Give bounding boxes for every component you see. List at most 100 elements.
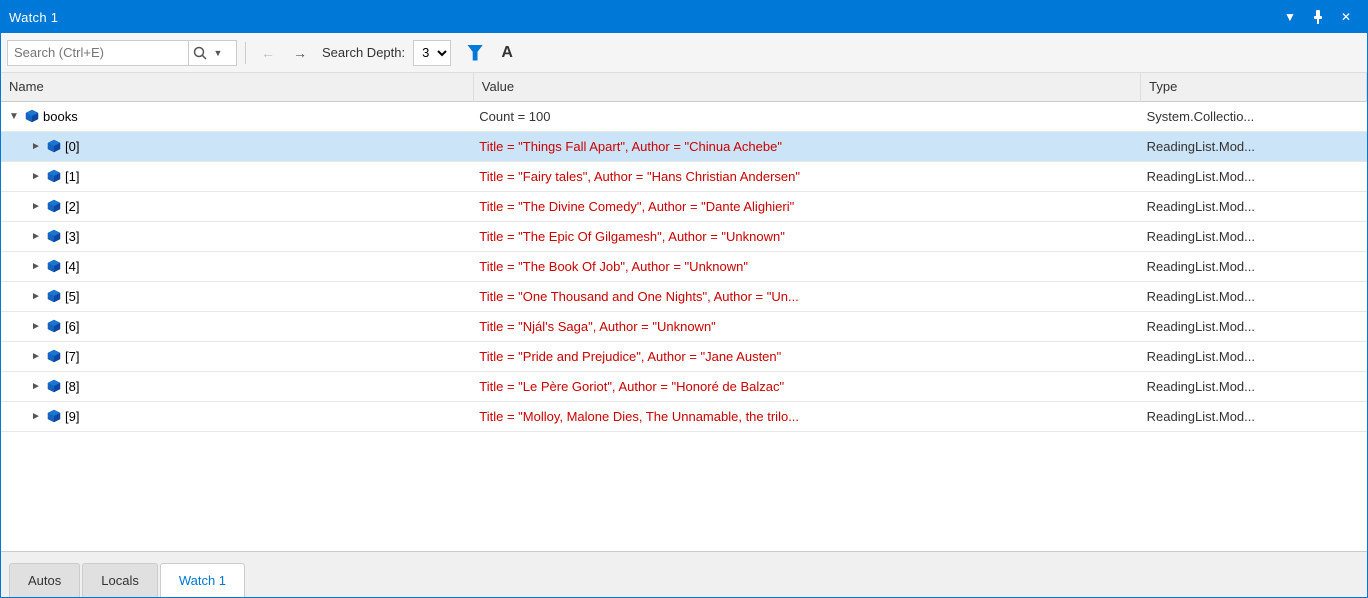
search-input[interactable] (8, 43, 188, 62)
pin-button[interactable] (1305, 6, 1331, 28)
cell-name: ► [0] (1, 131, 473, 161)
cube-icon (47, 199, 61, 213)
search-depth-select[interactable]: 1 2 3 4 5 (413, 40, 451, 66)
cube-icon (25, 109, 39, 123)
title-bar-title: Watch 1 (9, 10, 1277, 25)
table-row[interactable]: ► [9]Title = "Molloy, Malone Dies, The U… (1, 401, 1367, 431)
cell-type: ReadingList.Mod... (1141, 371, 1367, 401)
row-name: [4] (65, 259, 79, 274)
cell-value: Title = "The Epic Of Gilgamesh", Author … (473, 221, 1140, 251)
tab-locals[interactable]: Locals (82, 563, 158, 597)
row-name: [8] (65, 379, 79, 394)
cell-name: ► [8] (1, 371, 473, 401)
watch-window: Watch 1 ▼ ✕ ▼ (0, 0, 1368, 598)
expand-arrow[interactable]: ► (29, 379, 43, 393)
row-name: [6] (65, 319, 79, 334)
bottom-tabs: Autos Locals Watch 1 (1, 551, 1367, 597)
cube-icon (47, 229, 61, 243)
filter-button[interactable] (461, 40, 489, 66)
row-name: [7] (65, 349, 79, 364)
cell-type: ReadingList.Mod... (1141, 401, 1367, 431)
header-name: Name (1, 73, 473, 101)
search-dropdown-btn[interactable]: ▼ (210, 41, 226, 65)
cell-value: Title = "One Thousand and One Nights", A… (473, 281, 1140, 311)
cell-type: ReadingList.Mod... (1141, 311, 1367, 341)
cell-type: ReadingList.Mod... (1141, 131, 1367, 161)
expand-arrow[interactable]: ► (29, 169, 43, 183)
title-bar-controls: ▼ ✕ (1277, 6, 1359, 28)
cell-type: ReadingList.Mod... (1141, 191, 1367, 221)
row-name: [1] (65, 169, 79, 184)
table-row[interactable]: ► [3]Title = "The Epic Of Gilgamesh", Au… (1, 221, 1367, 251)
cell-value: Title = "Fairy tales", Author = "Hans Ch… (473, 161, 1140, 191)
table-body: ▼ booksCount = 100System.Collectio...► [… (1, 101, 1367, 431)
table-container[interactable]: Name Value Type ▼ booksCount = 100System… (1, 73, 1367, 551)
row-name: [0] (65, 139, 79, 154)
expand-arrow[interactable]: ► (29, 349, 43, 363)
cell-value: Title = "Molloy, Malone Dies, The Unnama… (473, 401, 1140, 431)
table-row[interactable]: ▼ booksCount = 100System.Collectio... (1, 101, 1367, 131)
cube-icon (47, 409, 61, 423)
cube-icon (47, 139, 61, 153)
expand-arrow[interactable]: ▼ (7, 109, 21, 123)
dropdown-button[interactable]: ▼ (1277, 6, 1303, 28)
cell-value: Title = "Le Père Goriot", Author = "Hono… (473, 371, 1140, 401)
cell-value: Title = "Pride and Prejudice", Author = … (473, 341, 1140, 371)
table-row[interactable]: ► [5]Title = "One Thousand and One Night… (1, 281, 1367, 311)
row-name: books (43, 109, 78, 124)
row-name: [3] (65, 229, 79, 244)
cube-icon (47, 319, 61, 333)
table-row[interactable]: ► [2]Title = "The Divine Comedy", Author… (1, 191, 1367, 221)
expand-arrow[interactable]: ► (29, 229, 43, 243)
expand-arrow[interactable]: ► (29, 319, 43, 333)
header-value: Value (473, 73, 1140, 101)
expand-arrow[interactable]: ► (29, 409, 43, 423)
cube-icon (47, 379, 61, 393)
expand-arrow[interactable]: ► (29, 199, 43, 213)
row-name: [9] (65, 409, 79, 424)
table-row[interactable]: ► [6]Title = "Njál's Saga", Author = "Un… (1, 311, 1367, 341)
data-table: Name Value Type ▼ booksCount = 100System… (1, 73, 1367, 432)
table-row[interactable]: ► [4]Title = "The Book Of Job", Author =… (1, 251, 1367, 281)
table-row[interactable]: ► [0]Title = "Things Fall Apart", Author… (1, 131, 1367, 161)
table-header-row: Name Value Type (1, 73, 1367, 101)
search-icon (193, 46, 207, 60)
close-button[interactable]: ✕ (1333, 6, 1359, 28)
cell-value: Title = "Things Fall Apart", Author = "C… (473, 131, 1140, 161)
pin-icon (1311, 10, 1325, 24)
cell-value: Count = 100 (473, 101, 1140, 131)
search-icon-btn[interactable] (188, 41, 210, 65)
expand-arrow[interactable]: ► (29, 139, 43, 153)
search-box[interactable]: ▼ (7, 40, 237, 66)
forward-button[interactable]: → (286, 40, 314, 66)
back-button[interactable]: ← (254, 40, 282, 66)
table-row[interactable]: ► [8]Title = "Le Père Goriot", Author = … (1, 371, 1367, 401)
row-name: [2] (65, 199, 79, 214)
toolbar: ▼ ← → Search Depth: 1 2 3 4 5 A (1, 33, 1367, 73)
cell-name: ▼ books (1, 101, 473, 131)
cell-type: ReadingList.Mod... (1141, 251, 1367, 281)
cell-name: ► [2] (1, 191, 473, 221)
cell-name: ► [6] (1, 311, 473, 341)
tab-autos[interactable]: Autos (9, 563, 80, 597)
tab-watch1[interactable]: Watch 1 (160, 563, 245, 597)
cell-name: ► [9] (1, 401, 473, 431)
expand-arrow[interactable]: ► (29, 259, 43, 273)
cell-name: ► [4] (1, 251, 473, 281)
cell-type: ReadingList.Mod... (1141, 341, 1367, 371)
expand-arrow[interactable]: ► (29, 289, 43, 303)
cell-value: Title = "The Book Of Job", Author = "Unk… (473, 251, 1140, 281)
cell-name: ► [1] (1, 161, 473, 191)
cell-value: Title = "Njál's Saga", Author = "Unknown… (473, 311, 1140, 341)
cell-name: ► [3] (1, 221, 473, 251)
font-button[interactable]: A (493, 40, 521, 66)
row-name: [5] (65, 289, 79, 304)
title-bar: Watch 1 ▼ ✕ (1, 1, 1367, 33)
cell-type: ReadingList.Mod... (1141, 161, 1367, 191)
table-row[interactable]: ► [1]Title = "Fairy tales", Author = "Ha… (1, 161, 1367, 191)
table-row[interactable]: ► [7] Title = "Pride and Prejudice", Auth… (1, 341, 1367, 371)
toolbar-separator-1 (245, 42, 246, 64)
cube-icon (47, 169, 61, 183)
cell-name: ► [5] (1, 281, 473, 311)
cell-type: ReadingList.Mod... (1141, 221, 1367, 251)
